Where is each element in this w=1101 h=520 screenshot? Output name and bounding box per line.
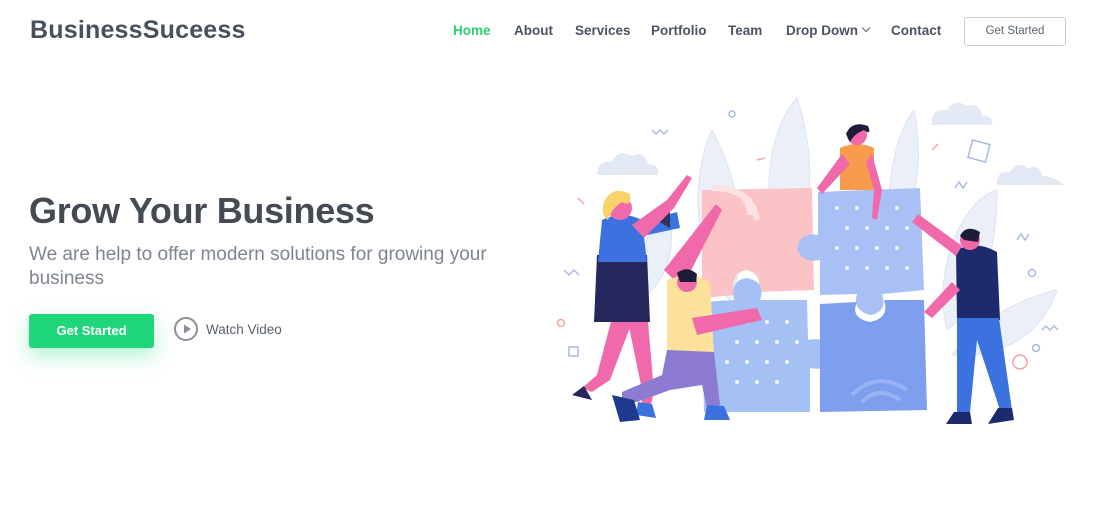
- nav-item-services[interactable]: Services: [575, 23, 631, 38]
- puzzle-pieces-icon: [702, 185, 927, 412]
- hero-subtitle: We are help to offer modern solutions fo…: [29, 244, 487, 289]
- teamwork-puzzle-illustration: [556, 97, 1064, 424]
- hero-get-started-button[interactable]: Get Started: [29, 314, 154, 348]
- chevron-down-icon: [861, 27, 871, 33]
- site-header: BusinessSuceess Home About Services Port…: [0, 0, 1101, 64]
- hero-title: Grow Your Business: [29, 190, 375, 231]
- nav-item-dropdown[interactable]: Drop Down: [786, 23, 871, 38]
- nav-item-team[interactable]: Team: [728, 23, 762, 38]
- nav-item-portfolio[interactable]: Portfolio: [651, 23, 707, 38]
- watch-video-label: Watch Video: [206, 322, 282, 337]
- nav-item-about[interactable]: About: [514, 23, 553, 38]
- nav-item-dropdown-label: Drop Down: [786, 23, 858, 38]
- nav-item-home[interactable]: Home: [453, 23, 491, 38]
- main-nav: Home About Services Portfolio Team Drop …: [0, 0, 1101, 64]
- header-get-started-button[interactable]: Get Started: [964, 17, 1066, 46]
- play-circle-icon: [174, 317, 198, 341]
- nav-item-contact[interactable]: Contact: [891, 23, 941, 38]
- person-right-icon: [912, 214, 1014, 424]
